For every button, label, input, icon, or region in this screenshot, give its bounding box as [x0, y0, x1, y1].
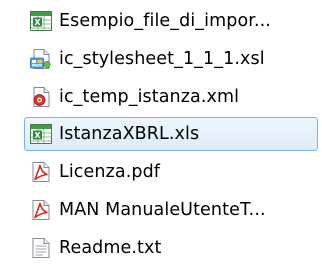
file-name: Readme.txt: [59, 238, 162, 258]
excel-file-icon: X: [29, 9, 53, 33]
file-name: ic_stylesheet_1_1_1.xsl: [59, 49, 265, 69]
svg-text:X: X: [34, 131, 41, 140]
file-item-istanzaxbrl[interactable]: X IstanzaXBRL.xls: [24, 117, 318, 151]
text-file-icon: [29, 236, 53, 260]
file-item-man-manuale-utente[interactable]: MAN ManualeUtenteT...: [24, 193, 318, 227]
file-item-ic-stylesheet[interactable]: ic_stylesheet_1_1_1.xsl: [24, 42, 318, 76]
excel-file-icon: X: [29, 122, 53, 146]
file-name: Esempio_file_di_impor...: [59, 11, 271, 31]
file-item-ic-temp-istanza[interactable]: ic_temp_istanza.xml: [24, 80, 318, 114]
file-name: IstanzaXBRL.xls: [59, 124, 200, 144]
file-item-readme[interactable]: Readme.txt: [24, 231, 318, 265]
xsl-stylesheet-file-icon: [29, 47, 53, 71]
pdf-file-icon: [29, 198, 53, 222]
file-item-licenza[interactable]: Licenza.pdf: [24, 155, 318, 189]
file-name: ic_temp_istanza.xml: [59, 87, 240, 107]
file-name: Licenza.pdf: [59, 162, 161, 182]
file-list: X Esempio_file_di_impor... ic_stylesheet…: [0, 0, 322, 273]
file-name: MAN ManualeUtenteT...: [59, 200, 266, 220]
xml-file-icon: [29, 85, 53, 109]
svg-text:X: X: [34, 18, 41, 27]
pdf-file-icon: [29, 160, 53, 184]
file-item-esempio-file[interactable]: X Esempio_file_di_impor...: [24, 4, 318, 38]
